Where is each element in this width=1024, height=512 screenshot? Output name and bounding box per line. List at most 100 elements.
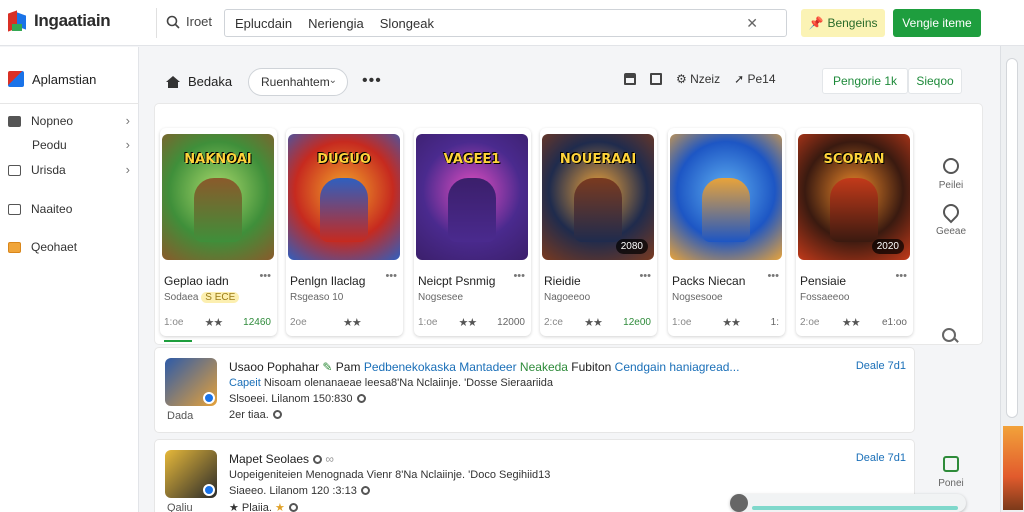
rail-label: Geeae	[935, 226, 967, 237]
character-image	[194, 178, 242, 242]
row-meta-text: Plaiia.	[241, 502, 272, 512]
status-dot-icon	[203, 484, 215, 496]
card-subtitle: Rsgeaso 10	[290, 292, 343, 303]
card-title: Geplao iadn	[164, 274, 229, 288]
character-image	[702, 178, 750, 242]
more-icon[interactable]: •••	[767, 270, 779, 282]
sidebar-item-4[interactable]: Naaiteo	[8, 199, 132, 219]
more-icon[interactable]: •••	[895, 270, 907, 282]
search-icon[interactable]	[942, 328, 958, 344]
heart-icon	[943, 158, 959, 174]
card-art-label: SCORAN	[823, 152, 885, 167]
card-title: Penlgn Ilaclag	[290, 274, 366, 288]
row-meta: Siaeeo. Lilanom 120 :3:13	[229, 485, 370, 497]
game-card[interactable]: Packs Niecan ••• Nogsesooe 1:oe ★★ 1:	[668, 128, 785, 336]
info-icon	[360, 486, 370, 495]
row-description-text: Uopeigeniteien Menognada Vienr 8'Na Ncla…	[229, 469, 551, 481]
search-button-label: Iroet	[186, 14, 213, 29]
list-item[interactable]: Dada Usaoo Pophahar ✎ Pam Pedbenekokaska…	[155, 348, 914, 432]
sidebar-header[interactable]: Aplamstian	[8, 71, 96, 87]
card-footer: 1:oe ★★ 12000	[418, 316, 525, 329]
folder-icon	[8, 115, 21, 127]
apps-icon	[8, 71, 24, 87]
card-footer: 1:oe ★★ 1:	[672, 316, 779, 329]
row-title-tail: Fubiton	[567, 360, 615, 374]
lock-icon[interactable]	[624, 73, 636, 85]
game-card[interactable]: NOUERAAI 2080 Rieidie ••• Nagoeeoo 2:ce …	[540, 128, 657, 336]
image-icon[interactable]	[650, 73, 662, 85]
row-title: Mapet Seolaes ∞	[229, 452, 334, 466]
row-description: Uopeigeniteien Menognada Vienr 8'Na Ncla…	[229, 469, 550, 481]
leaf-icon: ✎	[319, 360, 333, 374]
sidebar-header-label: Aplamstian	[32, 71, 97, 87]
row-link[interactable]: Pedbenekokaska Mantadeer	[364, 360, 517, 374]
box-icon	[8, 241, 21, 253]
view-dropdown[interactable]: Ruenhahtem ⌄	[248, 68, 348, 96]
row-description-link[interactable]: Capeit	[229, 377, 264, 389]
home-icon[interactable]	[166, 75, 180, 88]
chevron-right-icon: ›	[125, 137, 130, 152]
card-art: VAGEE1	[416, 134, 528, 260]
tab-pengorie[interactable]: Pengorie 1k	[822, 68, 908, 94]
tag-tool-label: Pe14	[747, 72, 776, 86]
page-title-label: Bedaka	[188, 74, 233, 89]
info-icon	[288, 503, 298, 512]
card-meta: 2oe	[290, 317, 307, 328]
card-art-label: NOUERAAI	[559, 152, 637, 167]
row-caption: Qaliu	[167, 502, 193, 512]
sidebar-item-label: Qeohaet	[31, 240, 78, 254]
progress-slider[interactable]	[730, 494, 966, 512]
promo-button[interactable]: 📌 Bengeins	[801, 9, 885, 37]
scrollbar[interactable]	[1000, 46, 1024, 512]
card-art-label: NAKNOAI	[184, 152, 252, 167]
search-term: Neriengia	[308, 15, 364, 31]
game-card[interactable]: DUGUO Penlgn Ilaclag ••• Rsgeaso 10 2oe …	[286, 128, 403, 336]
tab-sieqoo[interactable]: Sieqoo	[908, 68, 962, 94]
character-image	[448, 178, 496, 242]
pin-icon	[939, 200, 963, 224]
rail-item-home[interactable]: Ponei	[928, 456, 974, 489]
search-input[interactable]: Eplucdain Neriengia Slongeak ✕	[224, 9, 787, 37]
settings-tool[interactable]: ⚙ Nzeiz	[676, 72, 720, 86]
search-button[interactable]: Iroet	[166, 14, 212, 29]
card-art: NAKNOAI	[162, 134, 274, 260]
clear-icon[interactable]: ✕	[746, 15, 758, 32]
rail-item-pin[interactable]: Geeae	[928, 200, 974, 237]
row-meta-text: 2er tiaa.	[229, 409, 269, 421]
rating-stars-icon: ★★	[841, 317, 861, 329]
card-meta: 1:oe	[418, 317, 438, 328]
side-preview-image	[1003, 426, 1023, 510]
logo-icon	[8, 10, 28, 32]
game-card[interactable]: VAGEE1 Neicpt Psnmig ••• Nogsesee 1:oe ★…	[414, 128, 531, 336]
app-title: Ingaatiain	[34, 11, 111, 30]
card-price: 1:	[770, 317, 779, 328]
star-icon: ★	[229, 502, 242, 512]
app-logo[interactable]: Ingaatiain	[8, 10, 111, 32]
tag-tool[interactable]: ➚ Pe14	[734, 72, 775, 86]
game-card[interactable]: SCORAN 2020 Pensiaie ••• Fossaeeoo 2:oe …	[796, 128, 913, 336]
image-icon	[8, 203, 21, 215]
primary-button[interactable]: Vengie iteme	[893, 9, 981, 37]
sidebar-item-3[interactable]: Urisda ›	[8, 160, 132, 180]
thumbnail	[165, 450, 217, 498]
scrollbar-thumb[interactable]	[1006, 58, 1018, 418]
more-icon[interactable]: •••	[639, 270, 651, 282]
more-button[interactable]: •••	[362, 72, 382, 90]
star-icon: ★	[271, 502, 285, 512]
sidebar-item-2[interactable]: Peodu ›	[8, 135, 132, 155]
more-icon[interactable]: •••	[385, 270, 397, 282]
row-link[interactable]: Cendgain haniagread...	[615, 360, 740, 374]
more-icon[interactable]: •••	[513, 270, 525, 282]
sidebar-item-label: Naaiteo	[31, 202, 73, 216]
card-subtitle: Fossaeeoo	[800, 292, 849, 303]
slider-knob[interactable]	[730, 494, 748, 512]
sidebar-item-5[interactable]: Qeohaet	[8, 237, 132, 257]
top-bar: Ingaatiain Iroet Eplucdain Neriengia Slo…	[0, 0, 1024, 46]
more-icon[interactable]: •••	[259, 270, 271, 282]
rail-item-like[interactable]: Peilei	[928, 158, 974, 191]
row-date: Deale 7d1	[855, 360, 906, 372]
page-title: Bedaka	[166, 74, 232, 89]
sidebar-item-1[interactable]: Nopneo ›	[8, 111, 132, 131]
row-title-text: Usaoo Pophahar	[229, 360, 320, 374]
game-card[interactable]: NAKNOAI Geplao iadn ••• Sodaea S ECE 1:o…	[160, 128, 277, 342]
